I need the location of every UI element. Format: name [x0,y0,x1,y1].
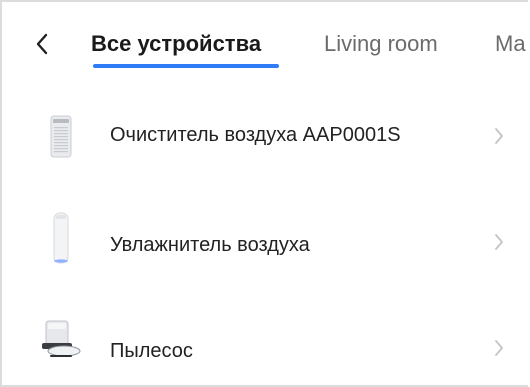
device-name: Увлажнитель воздуха [110,234,310,256]
device-name: Очиститель воздуха AAP0001S [110,124,401,146]
robot-vacuum-image [38,308,82,368]
app-frame: Все устройства Living room Ma Очиститель… [0,0,528,387]
device-list-item[interactable]: Увлажнитель воздуха [2,192,528,292]
chevron-right-icon [495,128,503,144]
tab-more[interactable]: Ma [495,30,526,58]
air-purifier-image [42,106,80,166]
device-list-item[interactable]: Очиститель воздуха AAP0001S [2,86,528,186]
device-list-item[interactable]: Пылесос [2,298,528,385]
chevron-right-icon [495,234,503,250]
tab-living-room[interactable]: Living room [324,30,438,58]
chevron-left-icon [36,33,48,55]
chevron-right-icon [495,340,503,356]
humidifier-image [42,208,80,268]
tab-all-devices[interactable]: Все устройства [91,30,261,58]
back-button[interactable] [30,31,54,57]
tab-header: Все устройства Living room Ma [2,2,528,82]
active-tab-indicator [93,64,279,68]
device-name: Пылесос [110,340,193,362]
